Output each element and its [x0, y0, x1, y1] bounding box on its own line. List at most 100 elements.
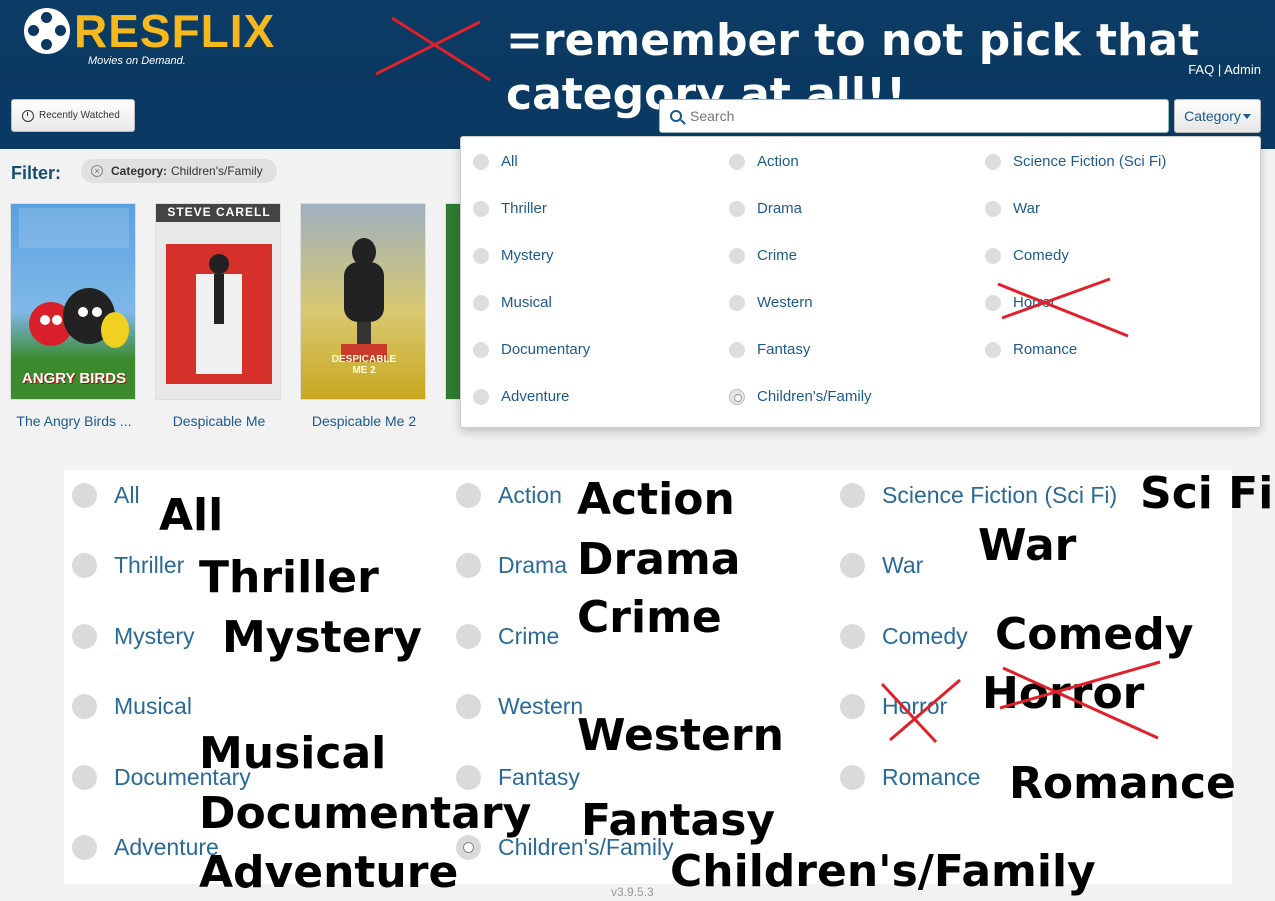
radio-button[interactable]: [456, 553, 481, 578]
radio-button[interactable]: [840, 624, 865, 649]
radio-button[interactable]: [72, 553, 97, 578]
category-option[interactable]: Crime: [729, 247, 797, 264]
category-label: Category: [1184, 108, 1241, 124]
category-dropdown-button[interactable]: Category: [1174, 99, 1261, 133]
radio-button[interactable]: [473, 200, 489, 217]
radio-button[interactable]: [985, 294, 1001, 311]
radio-button[interactable]: [456, 765, 481, 790]
movie-title[interactable]: Despicable Me: [155, 413, 283, 429]
category-option-selected[interactable]: Children's/Family: [729, 388, 872, 405]
zoom-category-option[interactable]: War: [840, 552, 923, 579]
zoom-category-label: Fantasy: [498, 764, 580, 790]
radio-button[interactable]: [72, 835, 97, 860]
movie-title[interactable]: The Angry Birds ...: [10, 413, 138, 429]
radio-button[interactable]: [72, 765, 97, 790]
radio-button[interactable]: [729, 341, 745, 358]
radio-button[interactable]: [840, 483, 865, 508]
zoom-category-option[interactable]: Horror: [840, 693, 947, 720]
zoom-category-label: All: [114, 482, 140, 508]
zoom-category-option[interactable]: Musical: [72, 693, 192, 720]
radio-button[interactable]: [729, 200, 745, 217]
brand-name: RESFLIX: [74, 5, 276, 57]
radio-button[interactable]: [473, 341, 489, 358]
zoom-category-option[interactable]: Fantasy: [456, 764, 580, 791]
radio-button[interactable]: [456, 483, 481, 508]
zoom-category-option[interactable]: Thriller: [72, 552, 184, 579]
radio-button[interactable]: [72, 694, 97, 719]
zoom-category-option[interactable]: Action: [456, 482, 562, 509]
radio-button-checked[interactable]: [729, 388, 745, 405]
category-option[interactable]: Comedy: [985, 247, 1069, 264]
movie-poster[interactable]: ANGRY BIRDS: [10, 203, 136, 400]
radio-button[interactable]: [840, 553, 865, 578]
radio-button[interactable]: [72, 624, 97, 649]
zoom-category-option[interactable]: Science Fiction (Sci Fi): [840, 482, 1117, 509]
category-option[interactable]: War: [985, 200, 1040, 217]
search-icon: [670, 110, 682, 122]
zoom-category-option[interactable]: Drama: [456, 552, 567, 579]
category-option[interactable]: Western: [729, 294, 813, 311]
radio-button[interactable]: [985, 200, 1001, 217]
filter-chip[interactable]: × Category: Children's/Family: [81, 159, 277, 183]
category-option[interactable]: Documentary: [473, 341, 590, 358]
movie-title[interactable]: Despicable Me 2: [300, 413, 428, 429]
radio-button[interactable]: [729, 153, 745, 170]
annotation-label: Western: [577, 710, 784, 761]
category-option[interactable]: Musical: [473, 294, 552, 311]
radio-button[interactable]: [456, 624, 481, 649]
radio-button[interactable]: [473, 294, 489, 311]
category-option[interactable]: Drama: [729, 200, 802, 217]
search-input[interactable]: [690, 108, 1130, 124]
category-option-label: Western: [757, 294, 813, 311]
radio-button[interactable]: [985, 153, 1001, 170]
radio-button[interactable]: [473, 388, 489, 405]
category-option[interactable]: Fantasy: [729, 341, 810, 358]
radio-button[interactable]: [456, 694, 481, 719]
zoom-category-label: Western: [498, 693, 584, 719]
category-option[interactable]: Science Fiction (Sci Fi): [985, 153, 1166, 170]
category-option-label: Children's/Family: [757, 388, 872, 405]
radio-button[interactable]: [72, 483, 97, 508]
brand-logo[interactable]: RESFLIX Movies on Demand.: [24, 6, 274, 70]
radio-button[interactable]: [729, 247, 745, 264]
zoom-category-label: War: [882, 552, 924, 578]
radio-button[interactable]: [473, 153, 489, 170]
search-box[interactable]: [659, 99, 1169, 133]
zoom-category-option[interactable]: Western: [456, 693, 583, 720]
category-option-label: Horror: [1013, 294, 1056, 311]
category-option[interactable]: Thriller: [473, 200, 547, 217]
category-option-label: Action: [757, 153, 799, 170]
annotation-label: Romance: [1009, 758, 1236, 809]
radio-button[interactable]: [985, 247, 1001, 264]
filter-label: Filter:: [11, 163, 62, 183]
radio-button[interactable]: [729, 294, 745, 311]
zoom-category-option[interactable]: Crime: [456, 623, 559, 650]
category-option[interactable]: Action: [729, 153, 799, 170]
zoom-category-option[interactable]: Romance: [840, 764, 980, 791]
version-label: v3.9.5.3: [611, 885, 654, 899]
movie-card[interactable]: DESPICABLE ME 2 Despicable Me 2: [300, 203, 428, 429]
category-option[interactable]: Mystery: [473, 247, 554, 264]
radio-button[interactable]: [473, 247, 489, 264]
movie-poster[interactable]: STEVE CARELL: [155, 203, 281, 400]
zoom-category-option[interactable]: Comedy: [840, 623, 968, 650]
category-option[interactable]: Romance: [985, 341, 1077, 358]
category-option-label: Adventure: [501, 388, 570, 405]
remove-filter-icon[interactable]: ×: [91, 165, 103, 177]
zoom-category-option[interactable]: All: [72, 482, 140, 509]
zoom-category-option[interactable]: Mystery: [72, 623, 195, 650]
movie-poster[interactable]: DESPICABLE ME 2: [300, 203, 426, 400]
category-option[interactable]: Horror: [985, 294, 1056, 311]
radio-button[interactable]: [985, 341, 1001, 358]
movie-card[interactable]: ANGRY BIRDS The Angry Birds ...: [10, 203, 138, 429]
category-option-label: Science Fiction (Sci Fi): [1013, 153, 1167, 170]
zoom-category-option[interactable]: Adventure: [72, 834, 219, 861]
movie-card[interactable]: STEVE CARELL Despicable Me: [155, 203, 283, 429]
zoom-category-label: Science Fiction (Sci Fi): [882, 482, 1118, 508]
radio-button[interactable]: [840, 765, 865, 790]
recently-watched-button[interactable]: Recently Watched: [11, 99, 135, 132]
category-option[interactable]: All: [473, 153, 518, 170]
zoom-category-label: Mystery: [114, 623, 195, 649]
category-option[interactable]: Adventure: [473, 388, 569, 405]
radio-button[interactable]: [840, 694, 865, 719]
